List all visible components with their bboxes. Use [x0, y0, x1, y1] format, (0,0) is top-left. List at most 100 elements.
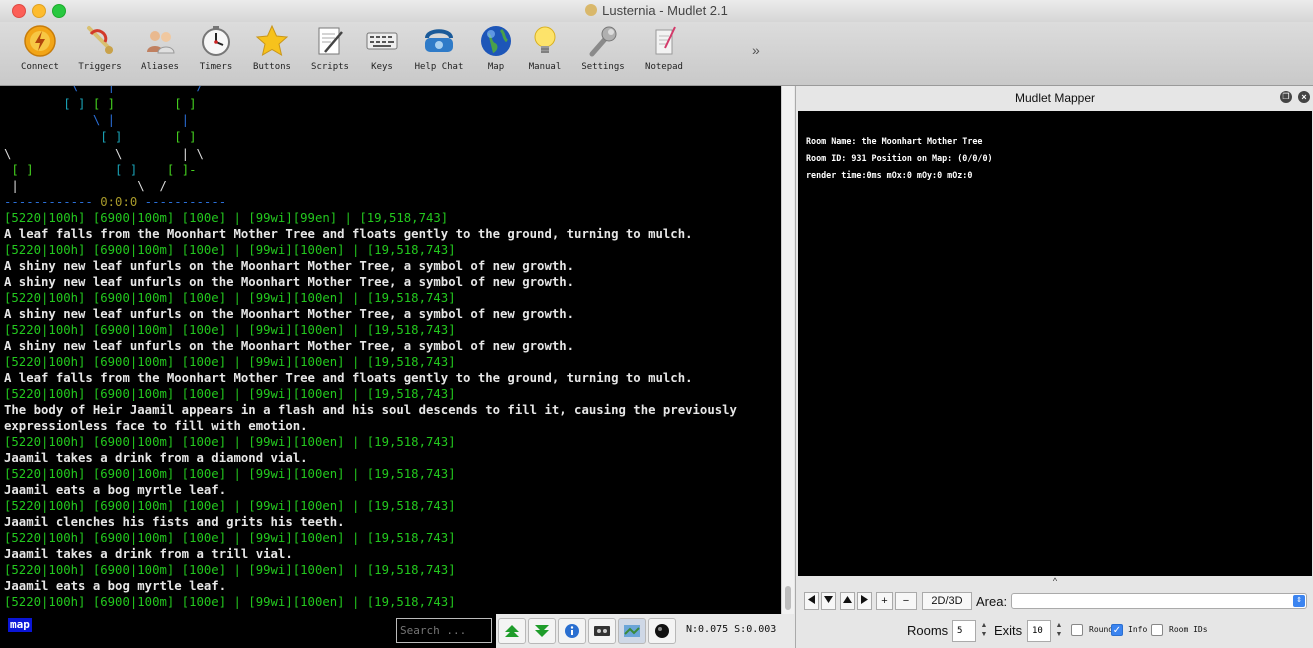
rooms-stepper-icon[interactable]: ▲ ▼	[979, 621, 989, 641]
stop-icon	[655, 624, 669, 638]
mapper-title: Mudlet Mapper	[1014, 91, 1096, 105]
zoom-in-button[interactable]: +	[876, 592, 893, 610]
title-bar: Lusternia - Mudlet 2.1	[0, 0, 1313, 22]
console-line: A shiny new leaf unfurls on the Moonhart…	[4, 339, 575, 353]
main-console[interactable]: \ | / [ ] [ ] [ ] \ | | [ ] [ ] \ \ | \ …	[0, 86, 781, 614]
rooms-spinbox[interactable]: 5	[952, 620, 976, 642]
toolbar-settings-button[interactable]: Settings	[572, 22, 634, 84]
toolbar-connect-button[interactable]: Connect	[9, 22, 71, 84]
room-ids-label: Room IDs	[1169, 625, 1208, 634]
toolbar-help-chat-button[interactable]: Help Chat	[408, 22, 470, 84]
toolbar-timers-button[interactable]: Timers	[185, 22, 247, 84]
prompt-line: [5220|100h] [6900|100m] [100e] | [99wi][…	[4, 499, 456, 513]
room-ids-checkbox[interactable]	[1151, 624, 1163, 636]
prompt-line: [5220|100h] [6900|100m] [100e] | [99wi][…	[4, 435, 456, 449]
toolbar-manual-button[interactable]: Manual	[514, 22, 576, 84]
main-toolbar: Connect Triggers Aliases Timers Buttons …	[0, 22, 1313, 86]
ascii-map-line: [ ] [ ] [ ]	[4, 97, 197, 111]
round-checkbox[interactable]	[1071, 624, 1083, 636]
console-buttons: N:0.075 S:0.003	[496, 614, 793, 648]
panel-collapse-handle[interactable]: ^	[796, 576, 1313, 587]
console-line: The body of Heir Jaamil appears in a fla…	[4, 403, 737, 417]
ascii-map-line: \ | |	[4, 113, 190, 127]
console-line: A shiny new leaf unfurls on the Moonhart…	[4, 259, 575, 273]
console-line: Jaamil eats a bog myrtle leaf.	[4, 579, 227, 593]
console-line: Jaamil takes a drink from a diamond vial…	[4, 451, 308, 465]
toolbar-keys-button[interactable]: Keys	[351, 22, 413, 84]
prompt-line: [5220|100h] [6900|100m] [100e] | [99wi][…	[4, 387, 456, 401]
pan-right-button[interactable]	[857, 592, 872, 610]
map-link[interactable]: map	[8, 618, 32, 632]
aliases-icon	[147, 31, 175, 54]
exits-spinbox[interactable]: 10	[1027, 620, 1051, 642]
console-line: Jaamil takes a drink from a trill vial.	[4, 547, 293, 561]
undock-icon[interactable]: ❐	[1280, 91, 1292, 103]
ascii-map-line: | \ /	[4, 179, 167, 193]
buffer-search-input[interactable]	[396, 618, 492, 643]
command-bar: map N:0.075 S:0.003	[0, 614, 793, 648]
render-info: render time:0ms mOx:0 mOy:0 mOz:0	[806, 170, 973, 180]
room-id-info: Room ID: 931 Position on Map: (0/0/0)	[806, 153, 993, 163]
mudlet-mapper-panel: Mudlet Mapper ❐ × Room Name: the Moonhar…	[795, 86, 1313, 648]
map-canvas[interactable]: Room Name: the Moonhart Mother Tree Room…	[798, 111, 1312, 576]
scroll-down-button[interactable]	[528, 618, 556, 644]
left-arrow-icon	[808, 595, 815, 604]
console-scrollbar-thumb[interactable]	[785, 586, 791, 610]
console-line: Jaamil clenches his fists and grits his …	[4, 515, 345, 529]
pan-up-button[interactable]	[840, 592, 855, 610]
prompt-line: [5220|100h] [6900|100m] [100e] | [99wi][…	[4, 531, 456, 545]
mapper-options-bar: Rooms 5 ▲ ▼ Exits 10 ▲ ▼ Round ✓ Info Room…	[796, 616, 1313, 646]
close-panel-icon[interactable]: ×	[1298, 91, 1310, 103]
scroll-up-button[interactable]	[498, 618, 526, 644]
record-replay-button[interactable]	[588, 618, 616, 644]
toolbar-buttons-button[interactable]: Buttons	[241, 22, 303, 84]
down-arrow-icon	[824, 596, 833, 603]
prompt-line: [5220|100h] [6900|100m] [100e] | [99wi][…	[4, 291, 456, 305]
emergency-stop-button[interactable]	[648, 618, 676, 644]
right-arrow-icon	[861, 595, 868, 604]
ascii-map-line: \ \ | \	[4, 147, 204, 161]
ascii-map-line: [ ] [ ]	[4, 130, 197, 144]
console-scrollbar[interactable]	[781, 86, 794, 614]
prompt-line: [5220|100h] [6900|100m] [100e] | [99wi][…	[4, 467, 456, 481]
toolbar-aliases-button[interactable]: Aliases	[129, 22, 191, 84]
scripts-icon	[318, 27, 343, 55]
keyboard-icon	[366, 32, 398, 50]
star-icon	[255, 24, 289, 57]
prompt-line: [5220|100h] [6900|100m] [100e] | [99wi][…	[4, 563, 456, 577]
info-icon	[565, 624, 579, 638]
console-line: A shiny new leaf unfurls on the Moonhart…	[4, 275, 575, 289]
toolbar-triggers-button[interactable]: Triggers	[69, 22, 131, 84]
connect-icon	[24, 25, 56, 57]
toggle-mapper-button[interactable]	[618, 618, 646, 644]
console-line: A leaf falls from the Moonhart Mother Tr…	[4, 371, 693, 385]
triggers-icon	[87, 26, 113, 54]
wrench-icon	[589, 26, 617, 57]
pan-left-button[interactable]	[804, 592, 819, 610]
map-coords-line: ------------ 0:0:0 -----------	[4, 195, 227, 209]
zoom-out-button[interactable]: −	[895, 592, 917, 610]
ascii-map-line: [ ] [ ] [ ]-	[4, 163, 197, 177]
area-label: Area:	[976, 594, 1008, 609]
toolbar-notepad-button[interactable]: Notepad	[633, 22, 695, 84]
up-arrow-icon	[843, 596, 852, 603]
exits-stepper-icon[interactable]: ▲ ▼	[1054, 621, 1064, 641]
pan-down-button[interactable]	[821, 592, 836, 610]
network-latency: N:0.075 S:0.003	[686, 624, 777, 635]
info-checkbox[interactable]: ✓	[1111, 624, 1123, 636]
notepad-icon	[655, 26, 676, 55]
prompt-line: [5220|100h] [6900|100m] [100e] | [99wi][…	[4, 243, 456, 257]
prompt-line: [5220|100h] [6900|100m] [100e] | [99wi][…	[4, 355, 456, 369]
toggle-2d-3d-button[interactable]: 2D/3D	[922, 592, 972, 610]
timers-icon	[202, 26, 230, 56]
toolbar-overflow-button[interactable]: »	[752, 42, 760, 58]
prompt-line: [5220|100h] [6900|100m] [100e] | [99wi][…	[4, 211, 449, 225]
info-button[interactable]	[558, 618, 586, 644]
app-icon	[585, 4, 598, 16]
area-select[interactable]: ⇕	[1011, 593, 1307, 609]
mapper-nav-bar: + − 2D/3D Area: ⇕	[796, 588, 1313, 612]
tape-icon	[594, 626, 610, 636]
lightbulb-icon	[534, 26, 556, 53]
prompt-line: [5220|100h] [6900|100m] [100e] | [99wi][…	[4, 323, 456, 337]
map-coords: 0:0:0	[100, 195, 138, 209]
